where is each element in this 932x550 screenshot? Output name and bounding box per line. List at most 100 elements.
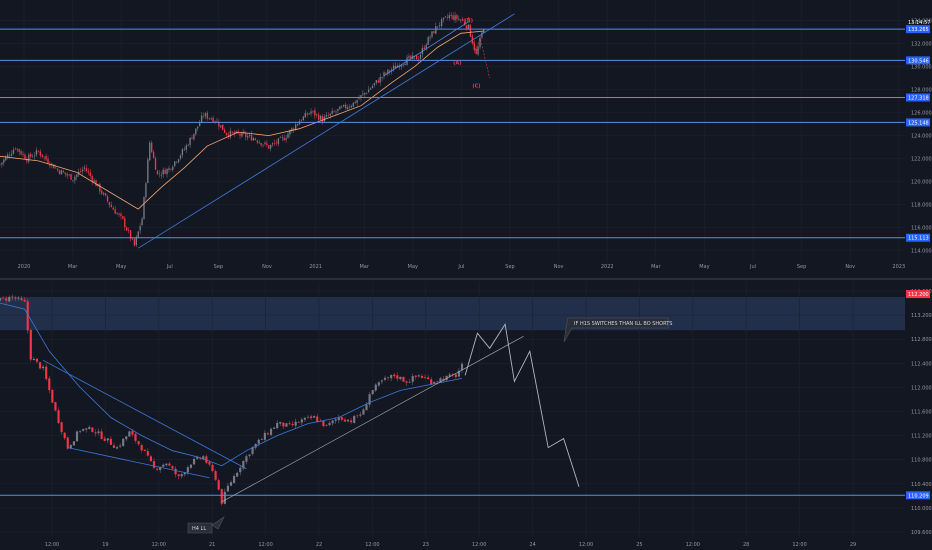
candle-body xyxy=(134,433,137,441)
candle-body xyxy=(329,113,331,116)
candle-body xyxy=(106,196,109,202)
candle-body xyxy=(192,458,196,465)
candle-body xyxy=(298,121,301,125)
candle-body xyxy=(114,209,116,214)
candle-body xyxy=(444,16,447,18)
candle-body xyxy=(469,25,472,37)
callout-text-h4: H4 LL xyxy=(192,526,206,532)
candle-body xyxy=(352,102,354,107)
candle-body xyxy=(340,417,343,420)
candle-body xyxy=(139,226,141,231)
candle-body xyxy=(343,419,347,422)
y-tick-label: 132.000 xyxy=(911,42,932,48)
candle-body xyxy=(419,54,422,59)
candle-body xyxy=(258,142,260,144)
candle-body xyxy=(254,138,257,140)
candle-body xyxy=(306,113,308,116)
x-tick-label: 2022 xyxy=(601,264,614,270)
candle-body xyxy=(185,145,187,150)
x-tick-label: Nov xyxy=(845,264,855,270)
candle-body xyxy=(8,296,11,302)
x-tick-label: Nov xyxy=(554,264,564,270)
chart-root: 2020 Mar May Jul Sep Nov 2021 Mar May Jul Sep Nov 20… xyxy=(0,0,932,550)
candle-body xyxy=(35,150,38,155)
candle-body xyxy=(393,374,396,377)
candle-body xyxy=(263,432,266,440)
chart-canvas[interactable]: 2020 Mar May Jul Sep Nov 2021 Mar May Jul Sep Nov 20… xyxy=(0,0,932,550)
candle-body xyxy=(458,18,460,20)
candle-body xyxy=(427,377,430,380)
candle-body xyxy=(43,156,45,158)
y-tick-label: 112.000 xyxy=(911,385,932,391)
candle-body xyxy=(264,142,266,144)
candle-body xyxy=(137,231,139,238)
candle-body xyxy=(270,145,272,149)
candle-body xyxy=(256,140,258,143)
candle-body xyxy=(158,173,161,175)
callout-text-shorts: IF H1S SWITCHES THAN ILL BO SHORTS xyxy=(574,321,672,327)
x-tick-label: 12:00 xyxy=(365,542,379,548)
candle-body xyxy=(174,161,176,166)
x-tick-label: 2023 xyxy=(892,264,905,270)
candle-body xyxy=(168,168,170,170)
candle-body xyxy=(222,124,224,131)
candle-body xyxy=(179,155,182,159)
x-tick-label: 2021 xyxy=(309,264,322,270)
candle-body xyxy=(145,183,147,198)
candle-body xyxy=(216,120,218,122)
candle-body xyxy=(57,410,60,423)
x-tick-label: May xyxy=(699,264,709,270)
candle-body xyxy=(296,124,299,126)
candle-body xyxy=(285,138,287,140)
candle-body xyxy=(79,171,82,172)
candle-body xyxy=(212,117,214,122)
candle-body xyxy=(456,15,458,19)
candle-body xyxy=(69,445,72,449)
candle-body xyxy=(143,196,145,219)
candle-body xyxy=(131,238,134,240)
candle-body xyxy=(152,461,156,468)
candle-body xyxy=(137,441,140,445)
candle-body xyxy=(94,432,97,434)
candle-body xyxy=(356,415,359,417)
candle-body xyxy=(172,166,174,171)
y-tick-label: 118.000 xyxy=(911,203,932,209)
candle-body xyxy=(260,439,263,440)
candle-body xyxy=(260,142,262,146)
candle-body xyxy=(385,72,387,74)
candle-body xyxy=(375,80,377,83)
candle-body xyxy=(16,148,18,150)
candle-body xyxy=(63,432,66,439)
candle-body xyxy=(191,137,193,139)
candle-body xyxy=(31,156,34,158)
candle-body xyxy=(374,384,377,391)
candle-body xyxy=(346,419,350,422)
candle-body xyxy=(414,375,417,377)
candle-body xyxy=(266,433,270,435)
candle-body xyxy=(10,153,13,156)
candle-body xyxy=(379,76,381,83)
candle-body xyxy=(217,480,220,490)
candle-body xyxy=(119,445,122,447)
candle-body xyxy=(195,128,197,135)
candle-body xyxy=(154,158,157,170)
x-tick-label: 12:00 xyxy=(472,542,486,548)
candle-body xyxy=(206,112,209,119)
x-tick-label: Jul xyxy=(166,264,173,270)
candle-body xyxy=(331,420,334,424)
candle-body xyxy=(93,180,95,183)
candle-body xyxy=(181,149,184,156)
candle-body xyxy=(108,202,111,206)
candle-body xyxy=(5,298,8,301)
candle-body xyxy=(8,155,11,157)
candle-body xyxy=(54,402,57,411)
candle-body xyxy=(143,449,146,451)
wave-label-c: (C) xyxy=(472,83,480,89)
x-tick-label: Sep xyxy=(214,264,223,270)
x-tick-label: Jul xyxy=(749,264,756,270)
candle-body xyxy=(125,436,128,440)
candle-body xyxy=(122,216,124,219)
candle-body xyxy=(348,106,351,108)
candle-body xyxy=(467,24,470,30)
candle-body xyxy=(17,297,20,299)
